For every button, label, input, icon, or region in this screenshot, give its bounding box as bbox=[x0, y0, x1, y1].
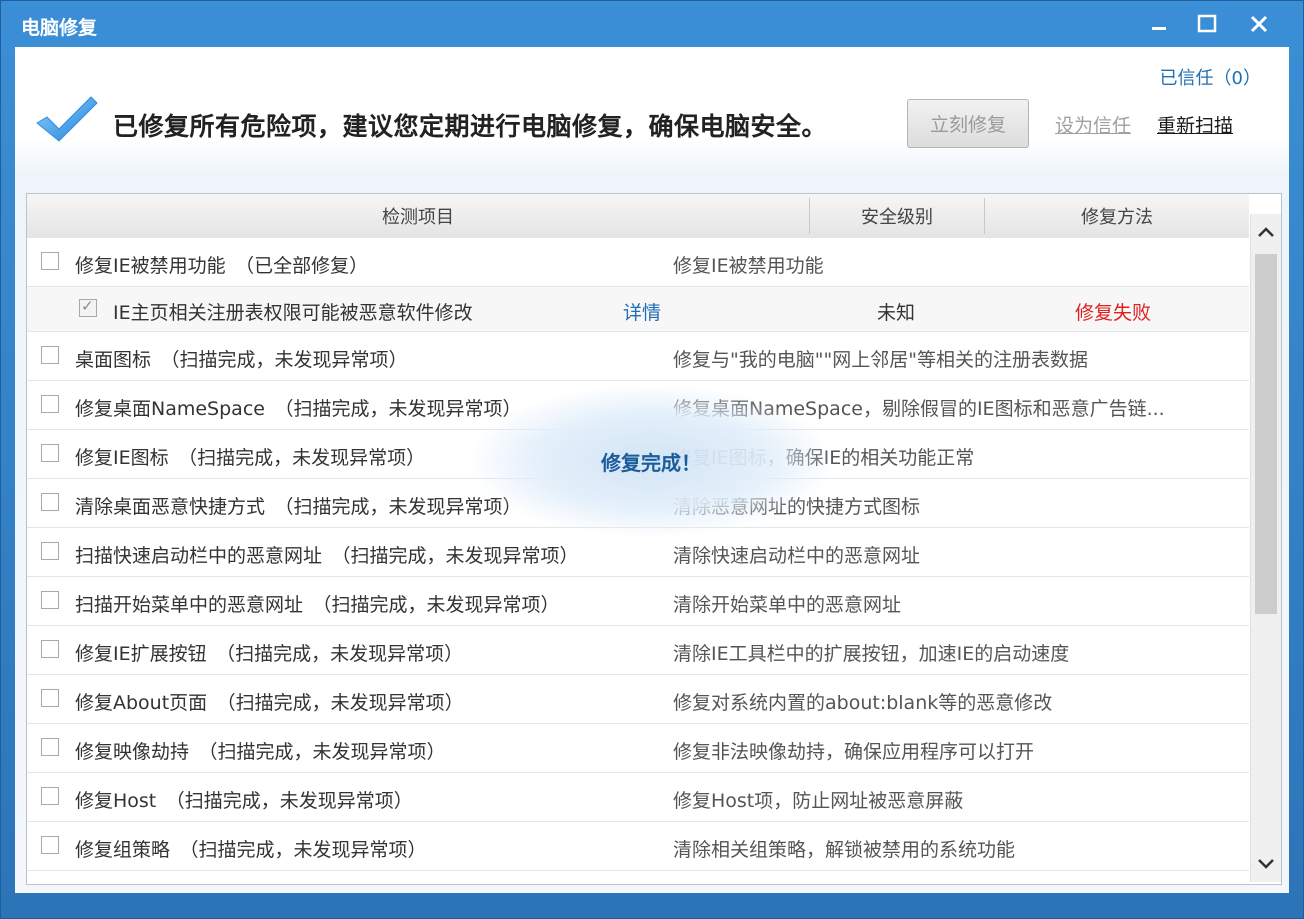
rescan-link[interactable]: 重新扫描 bbox=[1157, 111, 1233, 138]
fix-now-button[interactable]: 立刻修复 bbox=[907, 99, 1029, 148]
table-row[interactable]: 修复IE扩展按钮 （扫描完成，未发现异常项） 清除IE工具栏中的扩展按钮，加速I… bbox=[27, 626, 1249, 675]
row-repair-method: 修复与"我的电脑""网上邻居"等相关的注册表数据 bbox=[673, 349, 1088, 371]
row-item-name: 扫描开始菜单中的恶意网址 （扫描完成，未发现异常项） bbox=[75, 594, 560, 616]
row-item-name: 扫描快速启动栏中的恶意网址 （扫描完成，未发现异常项） bbox=[75, 545, 579, 567]
repair-complete-toast: 修复完成！ bbox=[471, 386, 831, 536]
table-row[interactable]: 修复Host （扫描完成，未发现异常项） 修复Host项，防止网址被恶意屏蔽 bbox=[27, 773, 1249, 822]
table-body: 修复IE被禁用功能 （已全部修复） 修复IE被禁用功能 ✓ IE主页相关注册表权… bbox=[27, 238, 1249, 871]
row-item-name: 修复IE图标 （扫描完成，未发现异常项） bbox=[75, 447, 426, 469]
detail-link[interactable]: 详情 bbox=[623, 298, 661, 325]
table-row[interactable]: 桌面图标 （扫描完成，未发现异常项） 修复与"我的电脑""网上邻居"等相关的注册… bbox=[27, 332, 1249, 381]
row-item-name: 清除桌面恶意快捷方式 （扫描完成，未发现异常项） bbox=[75, 496, 522, 518]
table-row[interactable]: 修复组策略 （扫描完成，未发现异常项） 清除相关组策略，解锁被禁用的系统功能 bbox=[27, 822, 1249, 871]
row-checkbox[interactable] bbox=[41, 836, 59, 854]
chevron-up-icon bbox=[1258, 227, 1274, 237]
row-item-name: 修复桌面NameSpace （扫描完成，未发现异常项） bbox=[75, 398, 522, 420]
column-header-item[interactable]: 检测项目 bbox=[27, 194, 809, 238]
checkmark-icon: ✓ bbox=[81, 297, 94, 315]
row-item-name: 修复组策略 （扫描完成，未发现异常项） bbox=[75, 839, 427, 861]
security-level: 未知 bbox=[877, 302, 916, 324]
table-row[interactable]: 修复IE被禁用功能 （已全部修复） 修复IE被禁用功能 bbox=[27, 238, 1249, 287]
table-row[interactable]: 扫描开始菜单中的恶意网址 （扫描完成，未发现异常项） 清除开始菜单中的恶意网址 bbox=[27, 577, 1249, 626]
sub-row-checkbox[interactable]: ✓ bbox=[79, 297, 97, 317]
row-item-name: 修复IE扩展按钮 （扫描完成，未发现异常项） bbox=[75, 643, 464, 665]
row-item-name: 修复IE被禁用功能 （已全部修复） bbox=[75, 255, 369, 277]
row-repair-method: 修复Host项，防止网址被恶意屏蔽 bbox=[673, 790, 964, 812]
title-bar[interactable]: 电脑修复 bbox=[1, 1, 1303, 47]
chevron-down-icon bbox=[1258, 859, 1274, 869]
row-checkbox[interactable] bbox=[41, 444, 59, 462]
row-checkbox[interactable] bbox=[41, 640, 59, 658]
table-header: 检测项目 安全级别 修复方法 bbox=[27, 194, 1249, 239]
table-row[interactable]: 修复映像劫持 （扫描完成，未发现异常项） 修复非法映像劫持，确保应用程序可以打开 bbox=[27, 724, 1249, 773]
window-bottom-bar bbox=[1, 892, 1303, 918]
close-icon bbox=[1250, 15, 1268, 33]
row-checkbox[interactable] bbox=[41, 346, 59, 364]
window-title: 电脑修复 bbox=[21, 17, 98, 39]
repair-table: 检测项目 安全级别 修复方法 修复IE被禁用功能 （已全部修复） 修复IE被禁用… bbox=[26, 193, 1282, 885]
row-repair-method: 修复对系统内置的about:blank等的恶意修改 bbox=[673, 692, 1053, 714]
row-checkbox[interactable] bbox=[41, 591, 59, 609]
vertical-scrollbar[interactable] bbox=[1250, 214, 1281, 882]
set-trust-link[interactable]: 设为信任 bbox=[1055, 111, 1131, 138]
scroll-thumb[interactable] bbox=[1255, 254, 1277, 614]
minimize-button[interactable] bbox=[1139, 7, 1179, 41]
close-button[interactable] bbox=[1239, 7, 1279, 41]
row-repair-method: 清除相关组策略，解锁被禁用的系统功能 bbox=[673, 839, 1016, 861]
maximize-icon bbox=[1197, 14, 1217, 33]
toast-message: 修复完成！ bbox=[601, 450, 701, 475]
row-item-name: 修复About页面 （扫描完成，未发现异常项） bbox=[75, 692, 464, 714]
row-checkbox[interactable] bbox=[41, 395, 59, 413]
row-checkbox[interactable] bbox=[41, 542, 59, 560]
column-header-level[interactable]: 安全级别 bbox=[810, 194, 984, 238]
row-repair-method: 清除快速启动栏中的恶意网址 bbox=[673, 545, 921, 567]
row-repair-method: 修复IE被禁用功能 bbox=[673, 255, 824, 277]
row-item-name: 桌面图标 （扫描完成，未发现异常项） bbox=[75, 349, 408, 371]
row-checkbox[interactable] bbox=[41, 252, 59, 270]
row-checkbox[interactable] bbox=[41, 493, 59, 511]
column-header-method[interactable]: 修复方法 bbox=[985, 194, 1249, 238]
trusted-count-link[interactable]: 已信任（0） bbox=[1160, 64, 1261, 90]
row-checkbox[interactable] bbox=[41, 689, 59, 707]
repair-result: 修复失败 bbox=[1075, 302, 1152, 324]
row-item-name: 修复Host （扫描完成，未发现异常项） bbox=[75, 790, 413, 812]
sub-row-item-name: IE主页相关注册表权限可能被恶意软件修改 bbox=[113, 302, 473, 324]
minimize-icon bbox=[1152, 27, 1166, 30]
repair-window: 电脑修复 已信任（0） 已修复所有危险项，建议您定期进行电脑修复，确保电脑安全。… bbox=[0, 0, 1304, 919]
success-check-icon bbox=[36, 96, 98, 142]
scroll-down-button[interactable] bbox=[1251, 846, 1281, 882]
row-repair-method: 清除开始菜单中的恶意网址 bbox=[673, 594, 902, 616]
row-checkbox[interactable] bbox=[41, 738, 59, 756]
scroll-up-button[interactable] bbox=[1251, 214, 1281, 250]
row-checkbox[interactable] bbox=[41, 787, 59, 805]
row-item-name: 修复映像劫持 （扫描完成，未发现异常项） bbox=[75, 741, 446, 763]
status-message: 已修复所有危险项，建议您定期进行电脑修复，确保电脑安全。 bbox=[113, 112, 828, 141]
row-repair-method: 修复非法映像劫持，确保应用程序可以打开 bbox=[673, 741, 1035, 763]
maximize-button[interactable] bbox=[1187, 7, 1227, 41]
table-sub-row[interactable]: ✓ IE主页相关注册表权限可能被恶意软件修改 详情 未知 修复失败 bbox=[27, 287, 1249, 332]
row-repair-method: 清除IE工具栏中的扩展按钮，加速IE的启动速度 bbox=[673, 643, 1070, 665]
table-row[interactable]: 修复About页面 （扫描完成，未发现异常项） 修复对系统内置的about:bl… bbox=[27, 675, 1249, 724]
